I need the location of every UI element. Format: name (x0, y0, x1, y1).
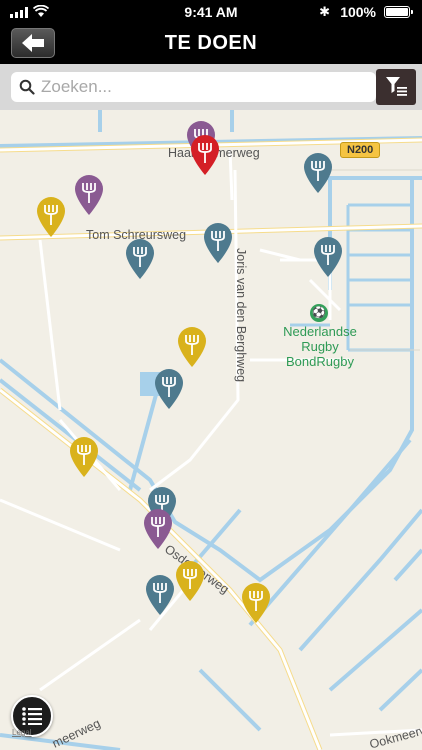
poi-name-line1: Nederlandse (283, 324, 357, 339)
rugby-icon: ⚽ (310, 304, 328, 322)
bluetooth-icon: ✱ (319, 4, 330, 19)
search-bar (0, 64, 422, 110)
battery-icon (384, 6, 413, 18)
map-marker-teal[interactable] (145, 574, 175, 616)
status-bar: 9:41 AM ✱ 100% (0, 0, 422, 24)
list-icon (22, 707, 42, 725)
filter-button[interactable] (376, 69, 416, 105)
map-marker-teal[interactable] (203, 222, 233, 264)
map-view[interactable]: N200 Haarlemmerweg Tom Schreursweg Joris… (0, 110, 422, 750)
route-shield-n200: N200 (340, 142, 381, 158)
map-marker-teal[interactable] (303, 152, 333, 194)
search-icon (19, 79, 35, 95)
page-title: TE DOEN (164, 32, 258, 54)
map-marker-teal[interactable] (313, 236, 343, 278)
filter-icon (386, 77, 407, 96)
search-input[interactable] (41, 72, 361, 102)
map-marker-yellow[interactable] (175, 560, 205, 602)
map-marker-yellow[interactable] (241, 582, 271, 624)
legal-link[interactable]: Legal (12, 728, 32, 737)
map-marker-red[interactable] (190, 134, 220, 176)
map-marker-purple[interactable] (74, 174, 104, 216)
map-marker-purple[interactable] (143, 508, 173, 550)
map-marker-yellow[interactable] (69, 436, 99, 478)
map-marker-teal[interactable] (154, 368, 184, 410)
map-marker-teal[interactable] (125, 238, 155, 280)
map-marker-yellow[interactable] (177, 326, 207, 368)
poi-name-line2: Rugby BondRugby (286, 339, 354, 369)
navigation-bar: TE DOEN (0, 24, 422, 64)
battery-percentage: 100% (340, 4, 376, 20)
road-label-joris-van-den-berghweg: Joris van den Berghweg (234, 248, 248, 383)
poi-label: Nederlandse Rugby BondRugby (270, 324, 370, 369)
map-marker-yellow[interactable] (36, 196, 66, 238)
search-field (11, 72, 376, 102)
